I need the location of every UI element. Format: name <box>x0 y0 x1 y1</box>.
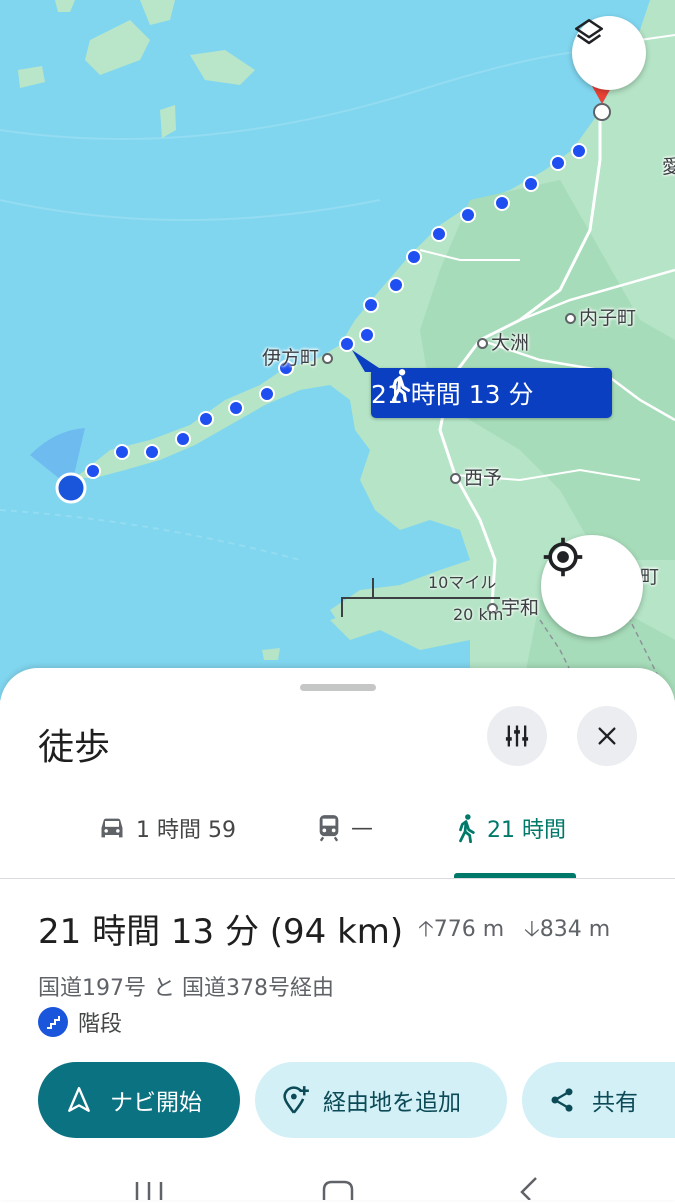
stairs-icon <box>38 1007 68 1037</box>
place-uchiko[interactable]: 内子町 <box>562 303 636 330</box>
tab-drive-label: 1 時間 59 <box>136 818 236 843</box>
descent-value: 834 m <box>539 917 611 942</box>
map-view[interactable]: 伊方町 大洲 内子町 西予 宇和 愛 町 10マイル 20 km 21 時間 1… <box>0 0 675 700</box>
tab-transit-label: — <box>351 815 373 841</box>
car-icon <box>101 818 123 838</box>
recent-apps-icon[interactable] <box>135 1182 163 1200</box>
place-ikata-label: 伊方町 <box>262 347 320 369</box>
place-dot-icon <box>477 338 488 349</box>
share-button[interactable]: 共有 <box>522 1062 675 1138</box>
scale-km: 20 km <box>453 605 504 624</box>
current-location-dot <box>55 472 87 504</box>
walk-icon <box>392 369 411 402</box>
system-nav-bar <box>0 1172 675 1201</box>
add-stop-button[interactable]: 経由地を追加 <box>255 1062 507 1138</box>
place-dot-icon <box>450 473 461 484</box>
back-icon[interactable] <box>520 1177 537 1201</box>
route-options-button[interactable] <box>487 706 547 766</box>
my-location-button[interactable] <box>541 535 643 637</box>
navigation-arrow-icon <box>68 1086 90 1112</box>
stairs-label: 階段 <box>78 1012 123 1037</box>
place-edge-ai: 愛 <box>662 152 675 179</box>
arrow-up-icon: 🡡 <box>418 917 434 942</box>
elevation-descent: 🡣834 m <box>524 912 610 950</box>
route-summary: 21 時間 13 分 (94 km) <box>38 912 404 952</box>
place-uwa-label: 宇和 <box>501 597 540 619</box>
start-navigation-label: ナビ開始 <box>110 1090 202 1116</box>
place-uchiko-label: 内子町 <box>579 307 637 329</box>
sheet-drag-handle[interactable] <box>300 684 376 691</box>
tab-walk-label: 21 時間 <box>487 818 566 843</box>
layers-icon <box>574 18 604 45</box>
place-seiyo[interactable]: 西予 <box>447 463 502 490</box>
sheet-title: 徒歩 <box>38 727 111 768</box>
crosshair-icon <box>543 537 583 577</box>
place-ozu-label: 大洲 <box>491 332 530 354</box>
place-dot-icon <box>565 313 576 324</box>
start-navigation-button[interactable]: ナビ開始 <box>38 1062 240 1138</box>
tab-divider <box>0 878 675 879</box>
scale-miles: 10マイル <box>428 573 497 592</box>
share-label: 共有 <box>592 1090 638 1116</box>
arrow-down-icon: 🡣 <box>524 917 540 942</box>
directions-sheet: 徒歩 1 時間 59 — 21 時間 21 時間 13 分 (94 km) 🡡7… <box>0 668 675 1200</box>
place-edge-ai-label: 愛 <box>662 156 675 178</box>
walk-icon <box>459 814 475 843</box>
add-stop-label: 経由地を追加 <box>323 1090 461 1116</box>
add-location-icon <box>283 1086 309 1114</box>
place-ikata[interactable]: 伊方町 <box>262 343 336 370</box>
place-ozu[interactable]: 大洲 <box>474 328 529 355</box>
tune-icon <box>505 725 529 747</box>
route-duration-label[interactable]: 21 時間 13 分 <box>371 368 612 418</box>
home-icon[interactable] <box>322 1180 354 1200</box>
train-icon <box>319 815 339 842</box>
place-dot-icon <box>322 353 334 364</box>
close-button[interactable] <box>577 706 637 766</box>
ascent-value: 776 m <box>433 917 505 942</box>
place-seiyo-label: 西予 <box>464 467 503 489</box>
layers-button[interactable] <box>572 16 646 90</box>
tab-walk[interactable]: 21 時間 <box>455 798 566 858</box>
close-icon <box>598 727 616 745</box>
tab-transit[interactable]: — <box>317 798 373 858</box>
route-via: 国道197号 と 国道378号経由 <box>38 976 334 1001</box>
elevation-ascent: 🡡776 m <box>418 912 504 950</box>
stairs-warning: 階段 <box>38 1006 122 1038</box>
tab-drive[interactable]: 1 時間 59 <box>98 798 236 858</box>
share-icon <box>551 1088 573 1112</box>
